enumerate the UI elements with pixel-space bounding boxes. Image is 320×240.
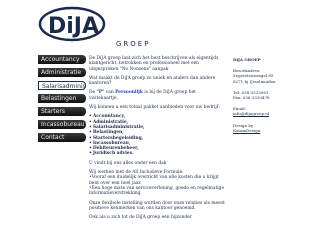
design-credit: Design by KatamDesign <box>233 123 295 133</box>
logo-subtitle: GROEP <box>116 40 151 48</box>
formula-bullet: •Vooraf een duidelijk overzicht van alle… <box>89 175 219 186</box>
formula-bullet: •Een hoge mate van serviceverlening, goe… <box>89 185 225 197</box>
formula-paragraph: Wij werken met de All Inclusieve Formule… <box>89 170 225 196</box>
design-link[interactable]: KatamDesign <box>233 128 260 133</box>
phone-block: Tel: 038-3333061 Fax: 038-3330478 <box>233 90 295 100</box>
package-intro: Wij kunnen u een totaal pakket aanbieden… <box>89 105 220 111</box>
email-block: Email: info@dijagroep.nl <box>233 106 295 116</box>
unique-question: Wat maakt de DiJA groep zo uniek en ande… <box>89 75 216 87</box>
services-list: Accountancy, Administratie, Salarisadmin… <box>89 114 225 156</box>
intro-paragraph: De DiJA groep laat zich het best beschri… <box>89 56 220 72</box>
nav-accountancy[interactable]: Accountancy <box>38 55 86 64</box>
dija-logo[interactable]: DiJA GROEP <box>38 6 148 48</box>
one-roof-paragraph: U vindt bij ons alles onder een dak <box>89 160 167 166</box>
nav-contact[interactable]: Contact <box>38 133 86 142</box>
address-block: Bezoekadres: Zegersteenengel 85 8271 bj … <box>233 68 295 84</box>
nav-belastingen[interactable]: Belastingen <box>38 94 86 103</box>
nav-administratie[interactable]: Administratie <box>38 68 86 77</box>
formula-text: Wij werken met de All Inclusieve Formule… <box>89 170 184 176</box>
email-link[interactable]: info@dijagroep.nl <box>233 111 269 116</box>
personal-pre: De <box>89 90 97 96</box>
nav-salarisadministratie[interactable]: Salarisadministratie <box>38 81 86 90</box>
closing-paragraph: Ook als u zich tot de DiJA groep een bij… <box>89 215 192 221</box>
flexible-paragraph: Onze flexibele instelling worden door on… <box>89 200 225 211</box>
side-navigation: Accountancy Administratie Salarisadminis… <box>38 55 86 146</box>
nav-incassobureau[interactable]: Incassobureau <box>38 120 86 129</box>
logo-name: DiJA <box>48 14 99 39</box>
personal-paragraph: De "P" van Persoonlijk is bij de DiJA gr… <box>89 90 225 101</box>
personal-mid: van <box>104 90 116 96</box>
fax-number: Fax: 038-3330478 <box>233 95 270 101</box>
address-city: 8271 bj IJsselmuiden <box>233 78 276 84</box>
nav-starters[interactable]: Starters <box>38 107 86 116</box>
company-name: DiJA GROEP <box>233 57 261 62</box>
contact-sidebar: DiJA GROEP Bezoekadres: Zegersteenengel … <box>233 57 295 139</box>
persoonlijk-emphasis: Persoonlijk <box>115 90 143 96</box>
main-content: De DiJA groep laat zich het best beschri… <box>89 56 225 224</box>
list-item: Juridisch advies. <box>89 151 225 156</box>
